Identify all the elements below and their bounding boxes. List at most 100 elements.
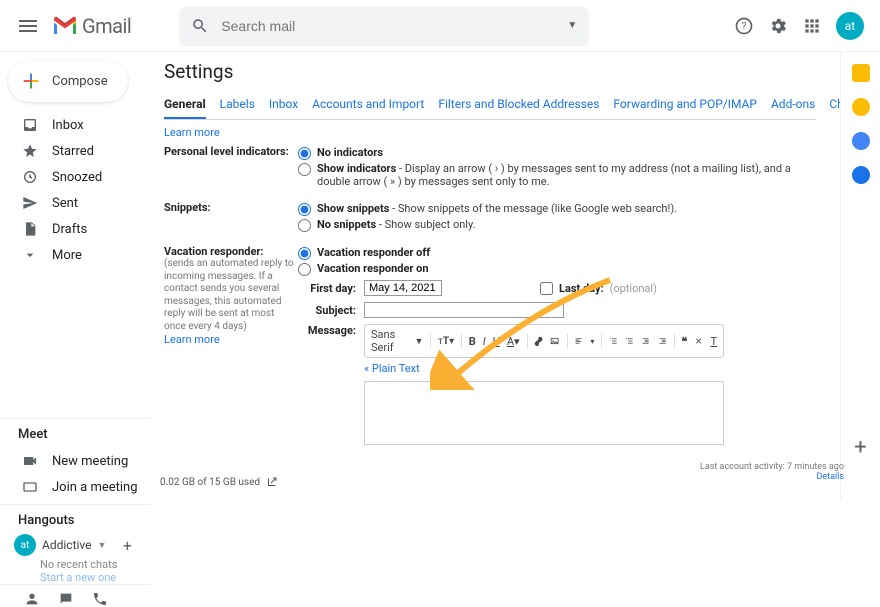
tab-addons[interactable]: Add-ons <box>771 91 815 119</box>
snippets-no-desc: - Show subject only. <box>376 218 475 231</box>
indent-less-icon[interactable] <box>641 334 650 348</box>
menu-icon[interactable] <box>16 14 40 38</box>
message-editor[interactable] <box>364 381 724 445</box>
snippets-show-radio[interactable] <box>298 203 311 216</box>
search-box[interactable]: ▼ <box>179 6 589 46</box>
hangouts-user[interactable]: at Addictive ▼ + <box>0 532 150 558</box>
last-day-checkbox[interactable] <box>540 282 553 295</box>
brand-text: Gmail <box>82 14 131 38</box>
font-select[interactable]: Sans Serif <box>371 328 407 354</box>
starred-label: Starred <box>52 144 94 159</box>
vacation-learn-more[interactable]: Learn more <box>164 333 298 346</box>
sidebar-item-inbox[interactable]: Inbox <box>0 112 150 138</box>
font-size-icon[interactable]: тT▾ <box>438 336 454 347</box>
sidebar-item-drafts[interactable]: Drafts <box>0 216 150 242</box>
chat-icon[interactable] <box>58 591 74 607</box>
pli-label: Personal level indicators: <box>164 145 298 158</box>
tab-chat[interactable]: Chat and Meet <box>829 91 840 119</box>
subject-input[interactable] <box>364 302 564 318</box>
vacation-label: Vacation responder: <box>164 245 298 258</box>
align-icon[interactable] <box>574 334 583 348</box>
svg-text:1: 1 <box>610 337 611 340</box>
inbox-label: Inbox <box>52 118 84 133</box>
bold-icon[interactable]: B <box>469 335 476 348</box>
meet-join[interactable]: Join a meeting <box>0 474 150 500</box>
open-icon[interactable] <box>266 476 278 488</box>
avatar[interactable]: at <box>836 12 864 40</box>
clock-icon <box>22 169 38 185</box>
tab-general[interactable]: General <box>164 91 206 119</box>
pli-show-label: Show indicators <box>317 162 396 175</box>
activity-text: Last account activity: 7 minutes ago <box>700 462 844 472</box>
phone-icon[interactable] <box>92 591 108 607</box>
italic-icon[interactable]: I <box>483 335 486 348</box>
indent-more-icon[interactable] <box>658 334 667 348</box>
pli-no-radio[interactable] <box>298 147 311 160</box>
search-icon <box>191 17 209 35</box>
tab-filters[interactable]: Filters and Blocked Addresses <box>438 91 599 119</box>
compose-button[interactable]: Compose <box>8 60 128 102</box>
learn-more-link[interactable]: Learn more <box>164 126 816 139</box>
link-icon[interactable] <box>534 334 543 348</box>
hangouts-start[interactable]: Start a new one <box>0 571 150 584</box>
gear-icon[interactable] <box>768 16 788 36</box>
vacation-off-label: Vacation responder off <box>317 246 430 259</box>
gmail-logo[interactable]: Gmail <box>52 14 131 38</box>
last-day-label: Last day: <box>559 282 604 295</box>
text-color-icon[interactable]: A▾ <box>507 335 520 348</box>
vacation-off-radio[interactable] <box>298 247 311 260</box>
drafts-icon <box>22 221 38 237</box>
plain-text-link[interactable]: « Plain Text <box>364 362 724 375</box>
settings-tabs: General Labels Inbox Accounts and Import… <box>164 91 816 120</box>
keyboard-icon <box>22 479 38 495</box>
bullet-list-icon[interactable] <box>625 334 634 348</box>
hangouts-add-icon[interactable]: + <box>123 536 132 555</box>
underline-icon[interactable]: U <box>493 335 500 348</box>
subject-label: Subject: <box>298 304 356 317</box>
help-icon[interactable]: ? <box>734 16 754 36</box>
vacation-note: (sends an automated reply to incoming me… <box>164 258 298 333</box>
snoozed-label: Snoozed <box>52 170 102 185</box>
sidebar-item-starred[interactable]: Starred <box>0 138 150 164</box>
hangouts-name: Addictive <box>42 538 92 552</box>
add-addon-icon[interactable]: + <box>854 435 866 460</box>
snippets-label: Snippets: <box>164 201 298 214</box>
tab-accounts[interactable]: Accounts and Import <box>312 91 424 119</box>
keep-addon-icon[interactable] <box>852 98 870 116</box>
tasks-addon-icon[interactable] <box>852 132 870 150</box>
clear-format-icon[interactable] <box>694 334 703 348</box>
contacts-addon-icon[interactable] <box>852 166 870 184</box>
apps-icon[interactable] <box>802 16 822 36</box>
quote-icon[interactable]: ❝ <box>681 335 687 348</box>
drafts-label: Drafts <box>52 222 87 237</box>
meet-join-label: Join a meeting <box>52 480 138 495</box>
storage-text: 0.02 GB of 15 GB used <box>160 476 278 488</box>
star-icon <box>22 143 38 159</box>
hangouts-header: Hangouts <box>0 504 150 532</box>
meet-new[interactable]: New meeting <box>0 448 150 474</box>
search-options-caret[interactable]: ▼ <box>567 20 577 31</box>
image-icon[interactable] <box>550 334 559 348</box>
tab-forwarding[interactable]: Forwarding and POP/IMAP <box>613 91 757 119</box>
sent-label: Sent <box>52 196 78 211</box>
more-label: More <box>52 248 82 263</box>
snippets-show-label: Show snippets <box>317 202 389 215</box>
snippets-no-radio[interactable] <box>298 219 311 232</box>
chevron-down-icon <box>22 247 38 263</box>
snippets-no-label: No snippets <box>317 218 376 231</box>
tab-labels[interactable]: Labels <box>220 91 255 119</box>
vacation-on-radio[interactable] <box>298 263 311 276</box>
sidebar-item-sent[interactable]: Sent <box>0 190 150 216</box>
message-label: Message: <box>298 324 356 337</box>
meet-header: Meet <box>0 418 150 448</box>
numbered-list-icon[interactable]: 1 <box>609 334 618 348</box>
sidebar-item-more[interactable]: More <box>0 242 150 268</box>
search-input[interactable] <box>221 18 567 34</box>
sidebar-item-snoozed[interactable]: Snoozed <box>0 164 150 190</box>
activity-details[interactable]: Details <box>700 472 844 482</box>
first-day-input[interactable] <box>364 280 442 296</box>
calendar-addon-icon[interactable] <box>852 64 870 82</box>
pli-show-radio[interactable] <box>298 163 311 176</box>
person-icon[interactable] <box>24 591 40 607</box>
tab-inbox[interactable]: Inbox <box>269 91 298 119</box>
